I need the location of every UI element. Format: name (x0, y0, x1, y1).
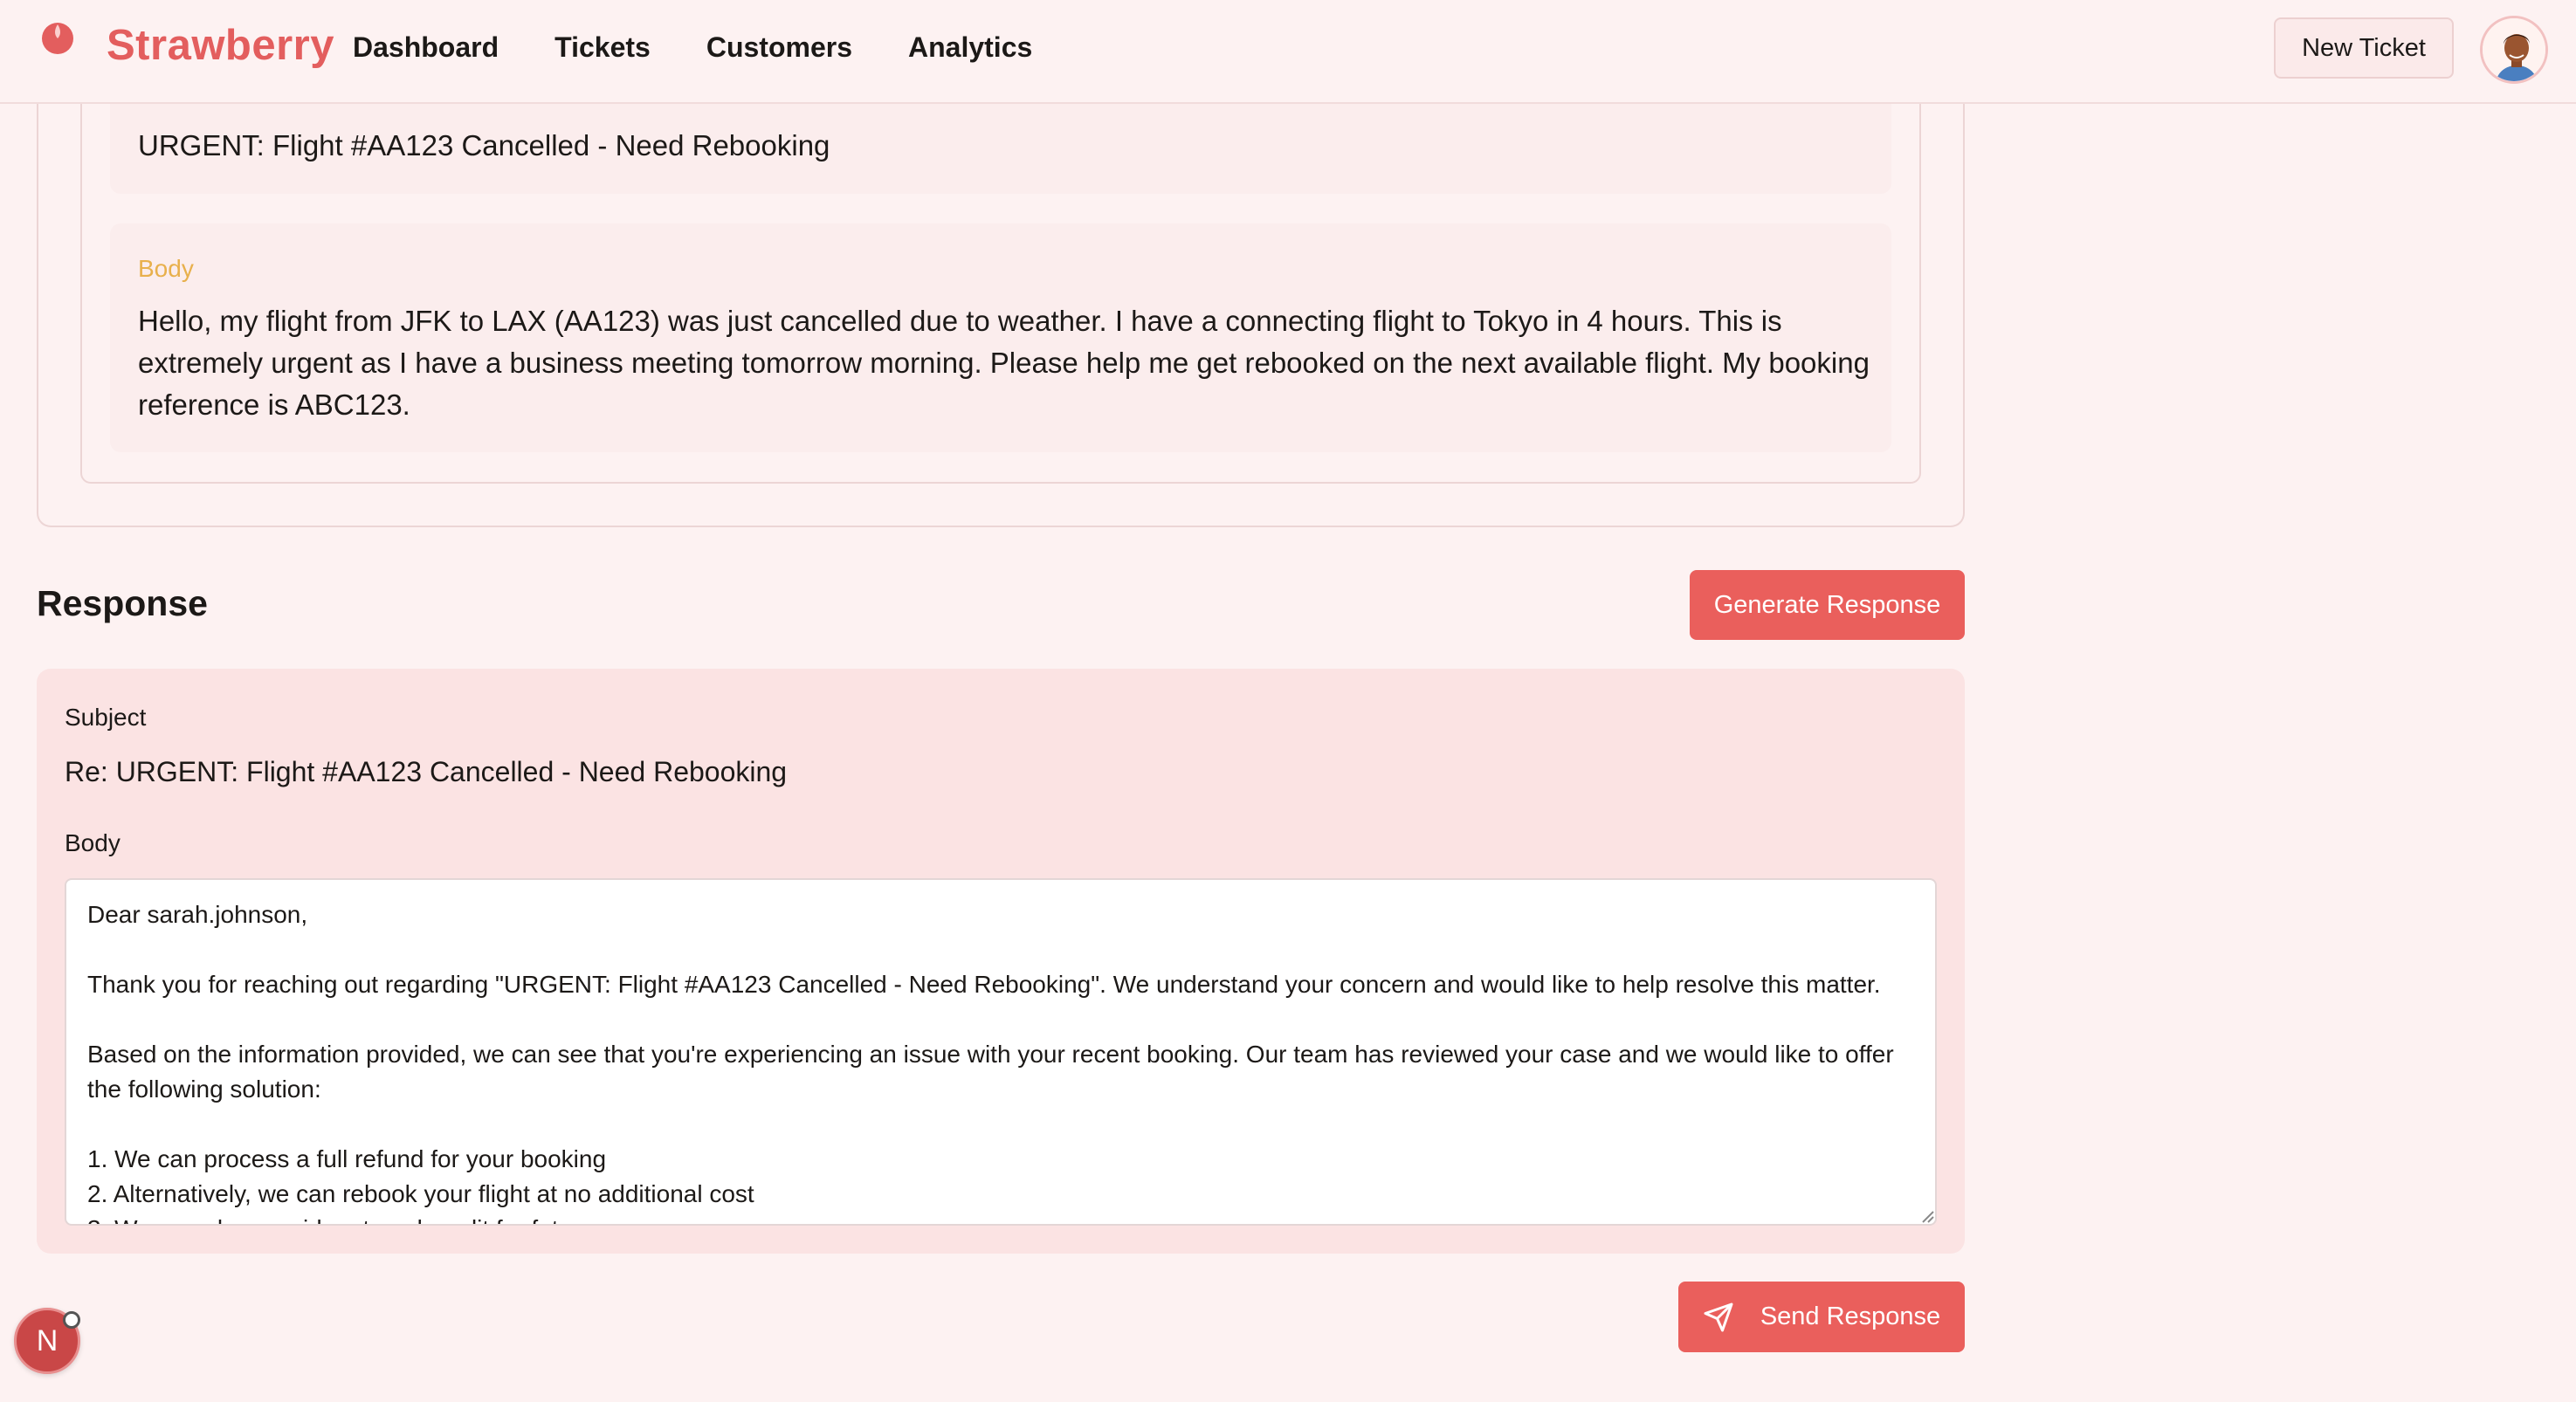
new-ticket-button[interactable]: New Ticket (2274, 17, 2454, 79)
user-avatar[interactable] (2480, 16, 2548, 84)
send-response-label: Send Response (1760, 1302, 1941, 1330)
top-nav-bar: Strawberry Dashboard Tickets Customers A… (0, 0, 2576, 104)
brand-name[interactable]: Strawberry (107, 21, 334, 70)
ticket-body-text: Hello, my flight from JFK to LAX (AA123)… (138, 305, 1870, 421)
response-subject-label: Subject (65, 704, 147, 731)
resize-handle-icon[interactable] (1919, 1208, 1935, 1224)
main-nav: Dashboard Tickets Customers Analytics (353, 31, 1032, 64)
paper-plane-icon (1704, 1302, 1733, 1331)
avatar-illustration (2483, 18, 2545, 81)
ticket-subject: URGENT: Flight #AA123 Cancelled - Need R… (138, 129, 830, 162)
response-subject-value: Re: URGENT: Flight #AA123 Cancelled - Ne… (65, 756, 788, 787)
dev-status-dot (63, 1311, 80, 1329)
nav-item-dashboard[interactable]: Dashboard (353, 31, 499, 64)
generate-response-button[interactable]: Generate Response (1690, 570, 1965, 640)
send-response-button[interactable]: Send Response (1678, 1282, 1965, 1352)
nav-item-analytics[interactable]: Analytics (908, 31, 1032, 64)
strawberry-icon[interactable] (38, 17, 77, 56)
response-heading: Response (37, 583, 208, 623)
response-body-label: Body (65, 829, 121, 856)
response-body-textarea[interactable]: Dear sarah.johnson, Thank you for reachi… (65, 878, 1937, 1226)
ticket-body-label: Body (138, 255, 194, 282)
nav-item-customers[interactable]: Customers (706, 31, 852, 64)
nav-item-tickets[interactable]: Tickets (554, 31, 651, 64)
